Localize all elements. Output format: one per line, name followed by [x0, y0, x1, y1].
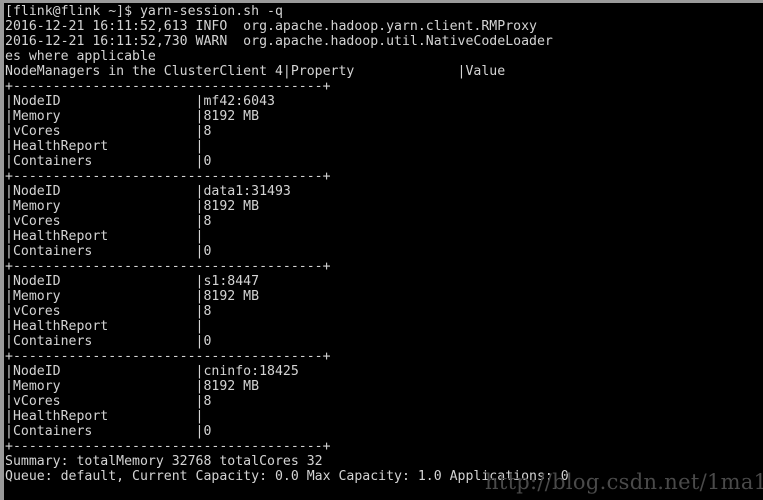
table-separator: +---------------------------------------…	[5, 169, 331, 184]
terminal-line-log-warn-continuation: es where applicable	[5, 49, 156, 64]
table-row: |Memory |8192 MB	[5, 199, 260, 214]
table-row: |NodeID |mf42:6043	[5, 94, 275, 109]
table-row: |Containers |0	[5, 154, 212, 169]
table-row: |Containers |0	[5, 424, 212, 439]
table-row: |NodeID |cninfo:18425	[5, 364, 299, 379]
table-row: |HealthReport |	[5, 139, 204, 154]
terminal-line-prompt: [flink@flink ~]$ yarn-session.sh -q	[5, 4, 283, 19]
table-row: |Memory |8192 MB	[5, 289, 260, 304]
terminal-line-table-header: NodeManagers in the ClusterClient 4|Prop…	[5, 64, 506, 79]
table-row: |NodeID |s1:8447	[5, 274, 260, 289]
table-row: |vCores |8	[5, 214, 212, 229]
table-separator: +---------------------------------------…	[5, 349, 331, 364]
table-separator: +---------------------------------------…	[5, 79, 331, 94]
table-separator: +---------------------------------------…	[5, 259, 331, 274]
table-separator: +---------------------------------------…	[5, 439, 331, 454]
terminal-line-log-info: 2016-12-21 16:11:52,613 INFO org.apache.…	[5, 19, 537, 34]
table-row: |Containers |0	[5, 334, 212, 349]
table-row: |Memory |8192 MB	[5, 109, 260, 124]
summary-line: Summary: totalMemory 32768 totalCores 32	[5, 454, 323, 469]
table-row: |vCores |8	[5, 304, 212, 319]
terminal-line-log-warn: 2016-12-21 16:11:52,730 WARN org.apache.…	[5, 34, 553, 49]
table-row: |HealthReport |	[5, 409, 204, 424]
table-row: |vCores |8	[5, 124, 212, 139]
table-row: |HealthReport |	[5, 229, 204, 244]
table-row: |NodeID |data1:31493	[5, 184, 291, 199]
terminal-window[interactable]: [flink@flink ~]$ yarn-session.sh -q 2016…	[0, 0, 763, 500]
table-row: |vCores |8	[5, 394, 212, 409]
table-row: |Containers |0	[5, 244, 212, 259]
terminal-screen[interactable]: [flink@flink ~]$ yarn-session.sh -q 2016…	[4, 3, 763, 500]
table-row: |HealthReport |	[5, 319, 204, 334]
table-row: |Memory |8192 MB	[5, 379, 260, 394]
queue-line: Queue: default, Current Capacity: 0.0 Ma…	[5, 469, 569, 484]
